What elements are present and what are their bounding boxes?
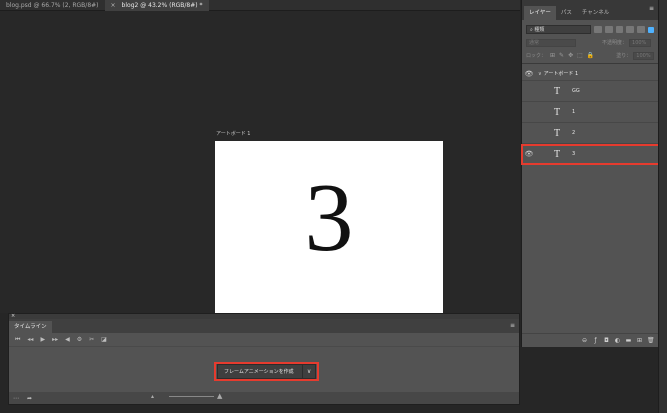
kind-filter-select[interactable]: ⌕ 種類 xyxy=(526,25,591,34)
blend-row: 通常 不透明度： 100% xyxy=(522,36,658,49)
opacity-field[interactable]: 100% xyxy=(629,38,652,47)
adjustment-layer-icon[interactable]: ◐ xyxy=(614,337,621,344)
fill-field[interactable]: 100% xyxy=(633,51,654,60)
tab-layers[interactable]: レイヤー xyxy=(524,6,556,20)
panel-divider xyxy=(522,63,658,64)
doc-tab-label: blog2 @ 43.2% (RGB/8#) * xyxy=(121,2,203,9)
lock-artboard-icon[interactable]: ⬚ xyxy=(577,52,583,59)
opacity-label: 不透明度： xyxy=(602,40,628,46)
type-layer-icon: T xyxy=(553,85,561,97)
link-layers-icon[interactable]: ⊖ xyxy=(581,337,588,344)
blend-mode-select[interactable]: 通常 xyxy=(526,38,576,47)
artboard-label[interactable]: アートボード 1 xyxy=(216,130,250,137)
chevron-down-icon[interactable]: ∨ xyxy=(302,365,315,378)
lock-row: ロック： ⊞ ✎ ✥ ⬚ 🔒 塗り： 100% xyxy=(522,49,658,62)
tab-channels[interactable]: チャンネル xyxy=(577,6,614,20)
first-frame-icon[interactable]: ⏮ xyxy=(15,336,20,344)
eye-icon[interactable]: 👁 xyxy=(522,70,536,78)
layer-name: GG xyxy=(572,88,580,94)
layers-panel: レイヤー パス チャンネル ≡ ⌕ 種類 通常 不透明度： 100% ロック： … xyxy=(521,0,658,347)
prev-frame-icon[interactable]: ◂◂ xyxy=(27,336,33,343)
panel-menu-icon[interactable]: ≡ xyxy=(649,5,654,12)
lock-brush-icon[interactable]: ✎ xyxy=(559,52,564,59)
type-layer-icon: T xyxy=(553,106,561,118)
smart-object-filter-icon[interactable] xyxy=(637,26,646,33)
pixel-filter-icon[interactable] xyxy=(593,26,602,33)
play-icon[interactable]: ▶ xyxy=(40,336,45,343)
lock-move-icon[interactable]: ✥ xyxy=(568,52,573,59)
render-video-icon[interactable]: ➦ xyxy=(27,395,32,402)
layers-footer: ⊖ ƒ ◘ ◐ ▬ ⊞ 🗑 xyxy=(522,333,658,347)
split-icon[interactable]: ✂ xyxy=(89,336,94,343)
layer-row-3[interactable]: 👁 T 3 xyxy=(522,144,658,165)
add-mask-icon[interactable]: ◘ xyxy=(603,337,610,344)
artboard[interactable]: 3 xyxy=(215,141,443,313)
timeline-controls: ⏮ ◂◂ ▶ ▸▸ ◀ ⚙ ✂ ◪ xyxy=(9,333,519,347)
close-tab-icon[interactable]: × xyxy=(111,0,116,11)
filter-toggle[interactable] xyxy=(648,26,654,33)
shape-filter-icon[interactable] xyxy=(626,26,635,33)
audio-icon[interactable]: ◀ xyxy=(65,336,70,343)
layer-row-2[interactable]: T 2 xyxy=(522,123,658,144)
lock-all-icon[interactable]: 🔒 xyxy=(587,52,594,59)
new-group-icon[interactable]: ▬ xyxy=(625,337,632,344)
panel-tabs: レイヤー パス チャンネル ≡ xyxy=(522,0,658,20)
right-dock xyxy=(658,0,667,413)
fill-label: 塗り： xyxy=(616,53,632,59)
adjustment-filter-icon[interactable] xyxy=(604,26,613,33)
kind-filter-value: 種類 xyxy=(534,27,545,33)
new-layer-icon[interactable]: ⊞ xyxy=(636,337,643,344)
lock-transparent-icon[interactable]: ⊞ xyxy=(550,52,555,59)
create-frame-animation-button[interactable]: フレームアニメーションを作成 ∨ xyxy=(217,364,316,379)
create-button-label: フレームアニメーションを作成 xyxy=(224,369,294,375)
layer-row-1[interactable]: T 1 xyxy=(522,102,658,123)
eye-icon[interactable]: 👁 xyxy=(522,150,536,158)
settings-gear-icon[interactable]: ⚙ xyxy=(77,336,82,343)
zoom-slider[interactable] xyxy=(169,396,214,397)
layer-name: 3 xyxy=(572,151,576,157)
convert-frames-icon[interactable]: ⋯ xyxy=(13,395,19,402)
timeline-menu-icon[interactable]: ≡ xyxy=(510,322,515,329)
group-name: アートボード 1 xyxy=(543,71,579,77)
type-layer-icon: T xyxy=(553,148,561,160)
transition-icon[interactable]: ◪ xyxy=(101,336,107,343)
next-frame-icon[interactable]: ▸▸ xyxy=(52,336,58,343)
doc-tab-blog2[interactable]: × blog2 @ 43.2% (RGB/8#) * xyxy=(104,0,209,11)
layer-style-icon[interactable]: ƒ xyxy=(592,337,599,344)
lock-label: ロック： xyxy=(526,53,547,59)
timeline-bottom-bar: ⋯ ➦ ▴ ▲ xyxy=(9,392,519,404)
zoom-out-icon[interactable]: ▴ xyxy=(151,393,154,400)
tab-timeline[interactable]: タイムライン xyxy=(9,321,52,333)
type-filter-icon[interactable] xyxy=(615,26,624,33)
doc-tab-blog[interactable]: blog.psd @ 66.7% (2, RGB/8#) xyxy=(0,0,105,11)
artboard-text-3: 3 xyxy=(304,164,354,272)
tab-paths[interactable]: パス xyxy=(556,6,577,20)
timeline-tabs: タイムライン ≡ xyxy=(9,319,519,333)
type-layer-icon: T xyxy=(553,127,561,139)
document-tabs: blog.psd @ 66.7% (2, RGB/8#) × blog2 @ 43… xyxy=(0,0,520,11)
layer-name: 1 xyxy=(572,109,576,115)
filter-row: ⌕ 種類 xyxy=(522,23,658,36)
zoom-in-icon[interactable]: ▲ xyxy=(217,392,222,400)
chevron-down-icon[interactable]: ∨ xyxy=(538,71,542,77)
layer-row-GG[interactable]: T GG xyxy=(522,81,658,102)
timeline-panel: × タイムライン ≡ ⏮ ◂◂ ▶ ▸▸ ◀ ⚙ ✂ ◪ フレームアニメーション… xyxy=(8,313,520,405)
layer-name: 2 xyxy=(572,130,576,136)
layer-group-artboard[interactable]: 👁 ∨ アートボード 1 xyxy=(522,67,658,81)
trash-icon[interactable]: 🗑 xyxy=(647,337,655,344)
